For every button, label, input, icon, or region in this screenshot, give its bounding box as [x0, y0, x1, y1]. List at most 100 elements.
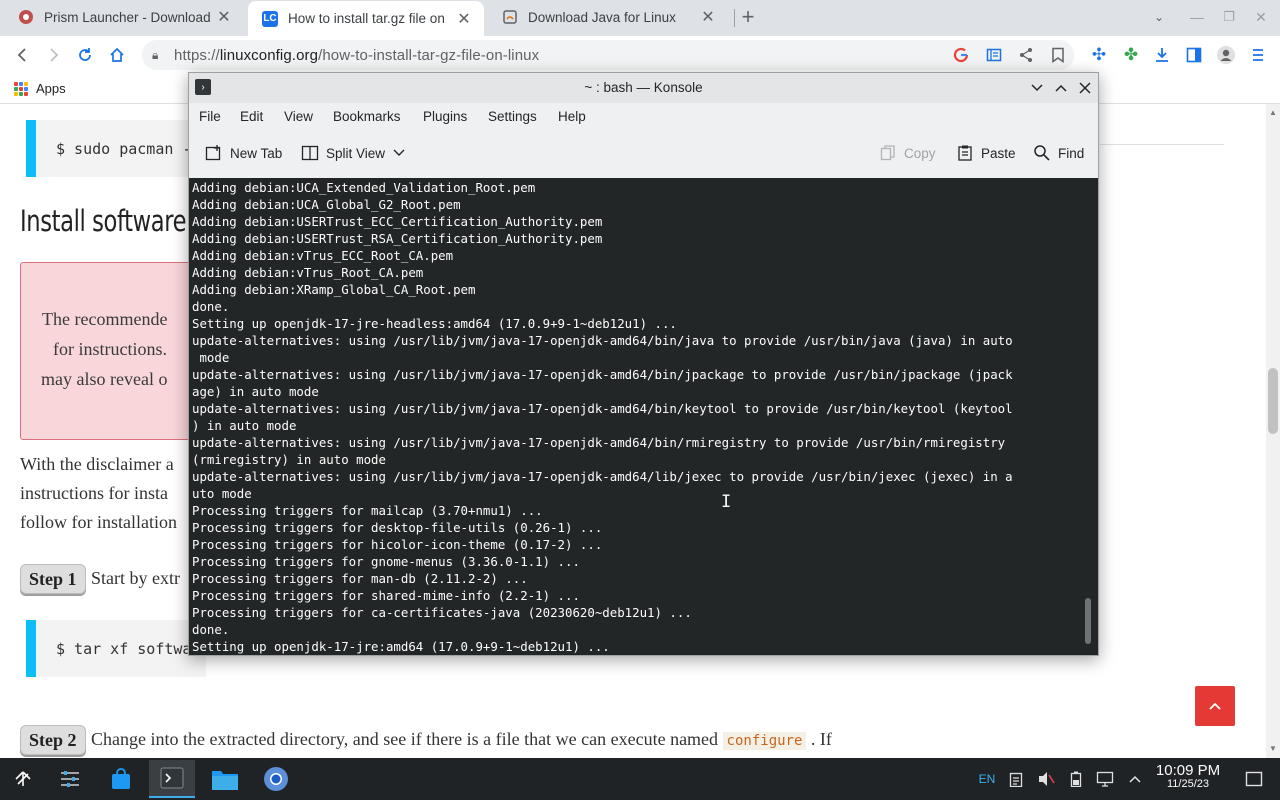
- terminal-output[interactable]: Adding debian:UCA_Extended_Validation_Ro…: [189, 178, 1098, 655]
- tab-prism-launcher[interactable]: Prism Launcher - Download ✕: [4, 0, 244, 34]
- tab-search-chevron-icon[interactable]: ⌄: [1148, 6, 1170, 28]
- reload-icon[interactable]: [74, 44, 96, 66]
- extension-icon[interactable]: ✤: [1120, 44, 1142, 66]
- terminal-line: Adding debian:USERTrust_ECC_Certificatio…: [192, 214, 603, 229]
- menu-settings[interactable]: Settings: [488, 109, 537, 124]
- chevron-up-icon[interactable]: [1125, 769, 1145, 789]
- new-tab-icon: [205, 144, 223, 162]
- find-button[interactable]: Find: [1033, 144, 1084, 162]
- chevron-down-icon: [392, 144, 406, 162]
- discover-store-icon[interactable]: [98, 760, 144, 798]
- terminal-lines: Adding debian:UCA_Extended_Validation_Ro…: [192, 179, 1078, 655]
- restore-icon[interactable]: ❐: [1218, 6, 1240, 28]
- terminal-line: Processing triggers for hicolor-icon-the…: [192, 537, 603, 552]
- konsole-titlebar[interactable]: › ~ : bash — Konsole: [189, 73, 1098, 103]
- menu-help[interactable]: Help: [558, 109, 586, 124]
- tab-linuxconfig[interactable]: LC How to install tar.gz file on ✕: [248, 1, 484, 36]
- forward-icon[interactable]: [42, 44, 64, 66]
- terminal-line: update-alternatives: using /usr/lib/jvm/…: [192, 435, 1006, 450]
- terminal-line: update-alternatives: using /usr/lib/jvm/…: [192, 333, 1013, 348]
- menu-file[interactable]: File: [199, 109, 221, 124]
- terminal-line: mode: [192, 350, 230, 365]
- chromium-browser-icon[interactable]: [253, 760, 299, 798]
- minimize-icon[interactable]: [1027, 78, 1047, 98]
- prism-icon: [18, 9, 34, 25]
- menu-edit[interactable]: Edit: [240, 109, 263, 124]
- google-icon[interactable]: [950, 44, 972, 66]
- address-bar[interactable]: 🔒︎ https://linuxconfig.org/how-to-instal…: [142, 40, 1074, 70]
- page-scrollbar[interactable]: ▲ ▼: [1266, 104, 1280, 758]
- scrollbar-thumb[interactable]: [1268, 368, 1278, 434]
- step-1-badge: Step 1: [20, 564, 86, 594]
- close-window-icon[interactable]: ✕: [1250, 6, 1272, 28]
- home-icon[interactable]: [106, 44, 128, 66]
- search-icon: [1033, 144, 1051, 162]
- scroll-up-arrow-icon[interactable]: ▲: [1269, 108, 1277, 117]
- tab-title: Download Java for Linux: [528, 9, 676, 25]
- digital-clock[interactable]: 10:09 PM 11/25/23: [1148, 762, 1228, 790]
- share-icon[interactable]: [1015, 44, 1037, 66]
- battery-icon[interactable]: [1066, 769, 1086, 789]
- extension-puzzle-icon[interactable]: ✣: [1088, 44, 1110, 66]
- window-title: ~ : bash — Konsole: [584, 80, 703, 95]
- download-icon[interactable]: [1151, 44, 1173, 66]
- text-cursor-icon: I: [721, 492, 732, 512]
- terminal-line: Processing triggers for desktop-file-uti…: [192, 520, 603, 535]
- scroll-to-top-button[interactable]: [1195, 686, 1235, 726]
- tab-java[interactable]: Download Java for Linux ✕: [488, 0, 728, 34]
- menu-view[interactable]: View: [284, 109, 313, 124]
- minimize-icon[interactable]: —: [1186, 6, 1208, 28]
- maximize-icon[interactable]: [1051, 78, 1071, 98]
- split-view-button[interactable]: Split View: [301, 144, 406, 162]
- paste-button[interactable]: Paste: [956, 144, 1016, 162]
- url-text: https://linuxconfig.org/how-to-install-t…: [174, 46, 540, 64]
- menu-plugins[interactable]: Plugins: [423, 109, 467, 124]
- close-icon[interactable]: ✕: [698, 7, 718, 27]
- reader-mode-icon[interactable]: [983, 44, 1005, 66]
- volume-muted-icon[interactable]: [1036, 769, 1056, 789]
- inline-code-configure: configure: [722, 732, 807, 750]
- java-icon: [502, 9, 518, 25]
- code-block-pacman: $ sudo pacman -: [26, 120, 206, 177]
- terminal-scrollbar-thumb[interactable]: [1085, 598, 1091, 644]
- application-launcher-icon[interactable]: [0, 760, 46, 798]
- terminal-line: done.: [192, 622, 230, 637]
- konsole-window: › ~ : bash — Konsole File Edit View Book…: [188, 72, 1099, 656]
- show-desktop-icon[interactable]: [1244, 769, 1264, 789]
- new-tab-plus-icon[interactable]: +: [737, 4, 759, 29]
- terminal-line: Adding debian:vTrus_Root_CA.pem: [192, 265, 424, 280]
- warning-text-line: for instructions.: [53, 339, 167, 359]
- tab-title: How to install tar.gz file on: [288, 11, 445, 26]
- terminal-line: ) in auto mode: [192, 418, 297, 433]
- keyboard-layout-indicator[interactable]: EN: [977, 769, 997, 789]
- code-block-tar: $ tar xf softwa: [26, 620, 206, 677]
- close-icon[interactable]: ✕: [214, 7, 234, 27]
- konsole-task-icon[interactable]: [149, 760, 195, 798]
- step-2-text: Change into the extracted directory, and…: [91, 729, 832, 750]
- terminal-line: Processing triggers for ca-certificates-…: [192, 605, 692, 620]
- konsole-toolbar: New Tab Split View Copy Paste Find: [189, 135, 1098, 175]
- terminal-line: Setting up openjdk-17-jre:amd64 (17.0.9+…: [192, 639, 610, 654]
- bookmark-icon[interactable]: [1047, 44, 1069, 66]
- apps-bookmark[interactable]: Apps: [14, 81, 66, 96]
- profile-avatar-icon[interactable]: [1215, 44, 1237, 66]
- divider: [1100, 144, 1224, 145]
- new-tab-button[interactable]: New Tab: [205, 144, 282, 162]
- warning-text-line: The recommende: [42, 309, 168, 329]
- linuxconfig-icon: LC: [262, 10, 278, 27]
- terminal-line: update-alternatives: using /usr/lib/jvm/…: [192, 367, 1013, 382]
- copy-button[interactable]: Copy: [879, 144, 936, 162]
- close-icon[interactable]: [1075, 78, 1095, 98]
- menu-bookmarks[interactable]: Bookmarks: [333, 109, 401, 124]
- system-settings-icon[interactable]: [47, 760, 93, 798]
- side-panel-icon[interactable]: [1183, 44, 1205, 66]
- menu-icon[interactable]: [1247, 44, 1269, 66]
- clipboard-icon[interactable]: [1006, 769, 1026, 789]
- terminal-line: uto mode: [192, 486, 252, 501]
- scroll-down-arrow-icon[interactable]: ▼: [1269, 744, 1277, 753]
- close-icon[interactable]: ✕: [454, 9, 474, 29]
- dolphin-file-manager-icon[interactable]: [202, 760, 248, 798]
- network-icon[interactable]: [1095, 769, 1115, 789]
- back-icon[interactable]: [12, 44, 34, 66]
- terminal-line: Adding debian:USERTrust_RSA_Certificatio…: [192, 231, 603, 246]
